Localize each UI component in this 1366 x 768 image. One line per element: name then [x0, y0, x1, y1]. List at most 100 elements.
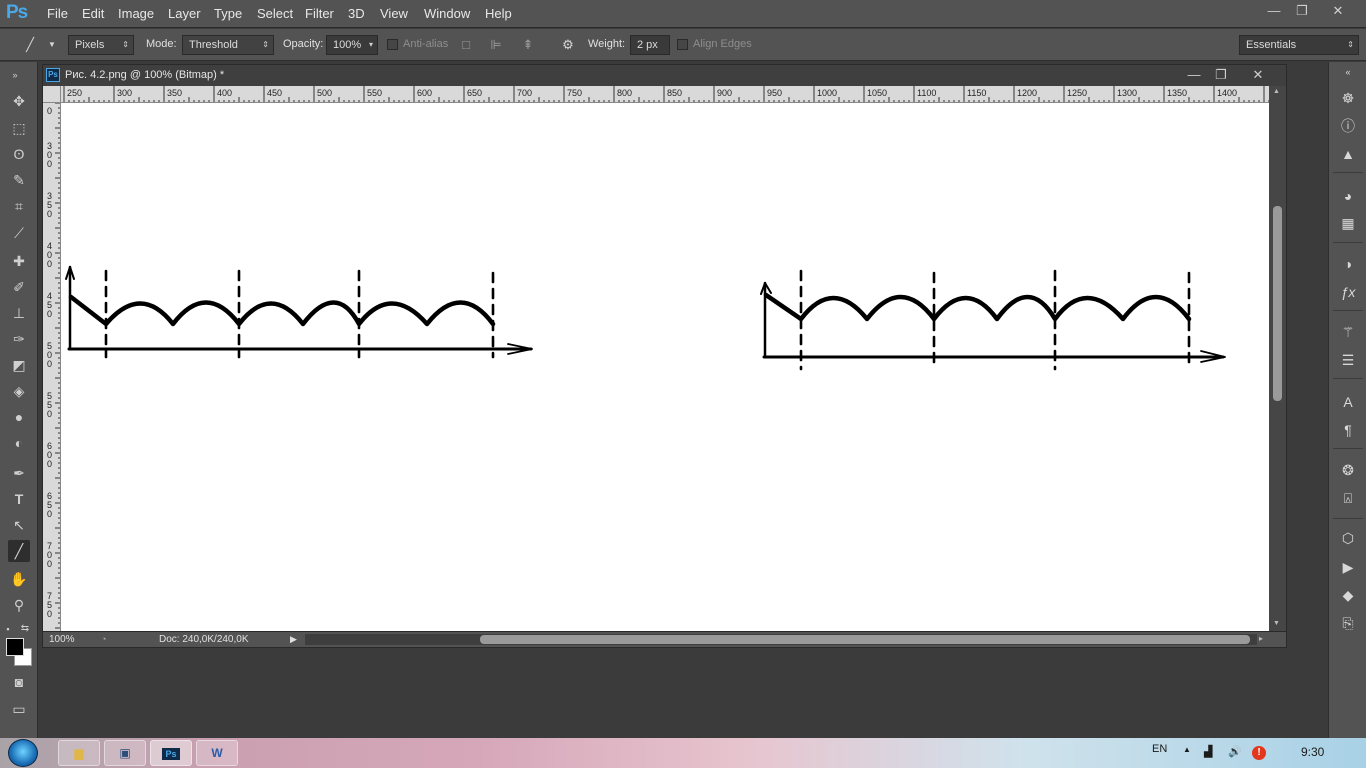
swatches-icon[interactable]: ▦ — [1338, 213, 1358, 233]
foreground-color-swatch[interactable] — [6, 638, 24, 656]
quick-mask-icon[interactable]: ◙ — [8, 671, 30, 693]
histogram-icon[interactable]: ▲ — [1338, 144, 1358, 164]
window-switcher-taskbar-button[interactable]: ▣ — [104, 740, 146, 766]
brush-presets-icon[interactable]: ⚚ — [1338, 322, 1358, 342]
eyedropper-tool-icon[interactable]: ⟋ — [8, 222, 30, 244]
vertical-scroll-thumb[interactable] — [1273, 206, 1282, 401]
quick-select-tool-icon[interactable]: ✎ — [8, 169, 30, 191]
menu-filter[interactable]: Filter — [305, 6, 334, 21]
adjustments-icon[interactable]: ◑ — [1338, 254, 1358, 274]
explorer-taskbar-button[interactable]: ▆ — [58, 740, 100, 766]
default-colors-icon[interactable]: ▪ — [2, 618, 14, 640]
menu-view[interactable]: View — [380, 6, 408, 21]
gear-icon[interactable]: ⚙ — [560, 37, 576, 53]
app-close-button[interactable]: ✕ — [1326, 2, 1350, 20]
3d-icon[interactable]: ⬡ — [1338, 528, 1358, 548]
hand-tool-icon[interactable]: ✋ — [8, 568, 30, 590]
move-tool-icon[interactable]: ✥ — [8, 90, 30, 112]
vertical-ruler[interactable]: 0300350400450500550600650700750 — [43, 103, 61, 631]
styles-fx-icon[interactable]: ƒx — [1338, 282, 1358, 302]
show-hidden-icons-icon[interactable]: ▲ — [1183, 745, 1191, 754]
menu-type[interactable]: Type — [214, 6, 242, 21]
menu-file[interactable]: File — [47, 6, 68, 21]
screen-mode-icon[interactable]: ▭ — [8, 698, 30, 720]
scroll-up-icon[interactable]: ▲ — [1273, 88, 1280, 95]
horizontal-scrollbar[interactable] — [305, 634, 1257, 645]
actions-play-icon[interactable]: ▶ — [1338, 557, 1358, 577]
brush-settings-icon[interactable]: ☰ — [1338, 350, 1358, 370]
menu-image[interactable]: Image — [118, 6, 154, 21]
paint-bucket-tool-icon[interactable]: ◈ — [8, 380, 30, 402]
blur-tool-icon[interactable]: ● — [8, 406, 30, 428]
history-brush-tool-icon[interactable]: ✑ — [8, 328, 30, 350]
path-arrangement-icon[interactable]: ⇞ — [520, 37, 536, 53]
status-menu-icon[interactable]: ▶ — [290, 634, 297, 645]
color-icon[interactable]: ◕ — [1338, 186, 1358, 206]
language-indicator[interactable]: EN — [1152, 743, 1167, 755]
collapse-panel-icon[interactable]: » — [4, 64, 26, 86]
lasso-tool-icon[interactable]: ʘ — [8, 143, 30, 165]
info-icon[interactable]: ⓘ — [1338, 116, 1358, 136]
line-tool-preset-icon[interactable]: ╱ — [22, 37, 38, 53]
collapse-dock-icon[interactable]: « — [1338, 62, 1358, 82]
swap-colors-icon[interactable]: ⇆ — [18, 618, 32, 640]
antialias-checkbox[interactable] — [387, 39, 398, 50]
tool-mode-select[interactable]: Pixels ⇕ — [68, 35, 134, 55]
character-icon[interactable]: A — [1338, 392, 1358, 412]
zoom-level[interactable]: 100% — [49, 634, 75, 645]
ruler-origin[interactable] — [43, 86, 61, 103]
photoshop-taskbar-button[interactable]: Ps — [150, 740, 192, 766]
paths-icon[interactable]: ⍓ — [1338, 488, 1358, 508]
status-info-icon[interactable]: ◔ — [101, 634, 106, 644]
align-edges-checkbox[interactable] — [677, 39, 688, 50]
doc-restore-button[interactable]: ❐ — [1209, 66, 1233, 84]
app-restore-button[interactable]: ❐ — [1290, 2, 1314, 20]
line-tool-icon[interactable]: ╱ — [8, 540, 30, 562]
start-button[interactable] — [8, 739, 38, 767]
path-operations-icon[interactable]: □ — [458, 37, 474, 53]
paragraph-icon[interactable]: ¶ — [1338, 420, 1358, 440]
network-icon[interactable]: ▟ — [1204, 745, 1212, 758]
weight-field[interactable]: 2 px — [630, 35, 670, 55]
menu-select[interactable]: Select — [257, 6, 293, 21]
eraser-tool-icon[interactable]: ◩ — [8, 354, 30, 376]
pen-tool-icon[interactable]: ✒ — [8, 462, 30, 484]
horizontal-ruler[interactable]: 250 300 350 400 450 500 550 600 650 700 750 800 850 9… — [61, 86, 1269, 103]
scroll-right-icon[interactable]: ▸ — [1259, 634, 1263, 643]
menu-layer[interactable]: Layer — [168, 6, 201, 21]
layers-icon[interactable]: ◆ — [1338, 585, 1358, 605]
path-selection-tool-icon[interactable]: ↖ — [8, 514, 30, 536]
workspace-select[interactable]: Essentials ⇕ — [1239, 35, 1359, 55]
horizontal-scroll-thumb[interactable] — [480, 635, 1250, 644]
preset-dropdown-icon[interactable]: ▼ — [44, 37, 60, 53]
blend-mode-select[interactable]: Threshold ⇕ — [182, 35, 274, 55]
document-tab[interactable]: Ps Рис. 4.2.png @ 100% (Bitmap) * — ❐ ✕ — [43, 65, 1286, 86]
clock[interactable]: 9:30 — [1301, 745, 1324, 759]
menu-3d[interactable]: 3D — [348, 6, 365, 21]
menu-edit[interactable]: Edit — [82, 6, 104, 21]
scroll-down-icon[interactable]: ▼ — [1273, 620, 1280, 627]
healing-brush-tool-icon[interactable]: ✚ — [8, 250, 30, 272]
menu-help[interactable]: Help — [485, 6, 512, 21]
path-alignment-icon[interactable]: ⊫ — [488, 37, 504, 53]
navigator-icon[interactable]: ☸ — [1338, 88, 1358, 108]
doc-close-button[interactable]: ✕ — [1246, 66, 1270, 84]
dodge-tool-icon[interactable]: ◐ — [8, 432, 30, 454]
doc-minimize-button[interactable]: — — [1182, 66, 1206, 84]
brush-tool-icon[interactable]: ✐ — [8, 276, 30, 298]
volume-icon[interactable]: 🔊 — [1228, 745, 1242, 758]
vertical-scrollbar[interactable]: ▲ ▼ — [1269, 86, 1286, 631]
alert-icon[interactable]: ! — [1252, 746, 1266, 760]
app-minimize-button[interactable]: — — [1262, 2, 1286, 20]
crop-tool-icon[interactable]: ⌗ — [8, 195, 30, 217]
marquee-tool-icon[interactable]: ⬚ — [8, 117, 30, 139]
menu-window[interactable]: Window — [424, 6, 470, 21]
channels-icon[interactable]: ❂ — [1338, 460, 1358, 480]
clone-stamp-tool-icon[interactable]: ⊥ — [8, 302, 30, 324]
image-canvas[interactable] — [61, 103, 1269, 631]
history-icon[interactable]: ⎘ — [1338, 613, 1358, 633]
word-taskbar-button[interactable]: W — [196, 740, 238, 766]
opacity-field[interactable]: 100% ▾ — [326, 35, 378, 55]
zoom-tool-icon[interactable]: ⚲ — [8, 594, 30, 616]
type-tool-icon[interactable]: T — [8, 488, 30, 510]
